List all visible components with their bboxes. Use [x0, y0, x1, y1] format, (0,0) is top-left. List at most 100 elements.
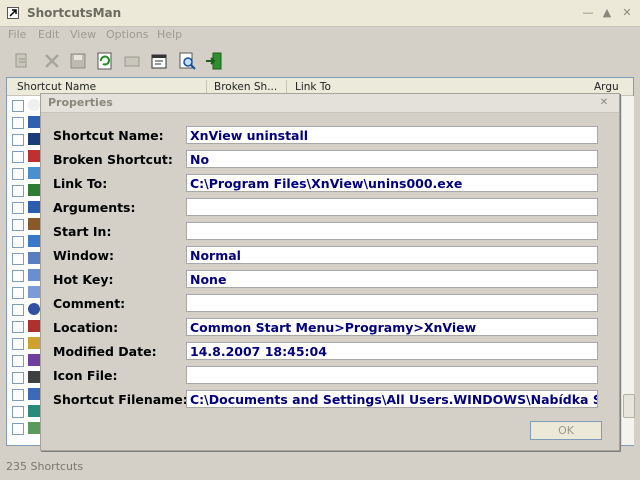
shortcut-icon — [28, 116, 40, 128]
toolbar — [0, 47, 640, 75]
label-location: Location: — [53, 320, 119, 335]
field-location[interactable]: Common Start Menu>Programy>XnView — [186, 318, 598, 336]
shortcut-icon — [28, 320, 40, 332]
row-checkbox[interactable] — [12, 219, 24, 231]
status-bar: 235 Shortcuts — [0, 456, 640, 480]
row-checkbox[interactable] — [12, 423, 24, 435]
title-bar: ShortcutsMan — ▲ ✕ — [0, 0, 640, 27]
fix-icon[interactable] — [122, 51, 142, 71]
row-checkbox[interactable] — [12, 236, 24, 248]
label-comment: Comment: — [53, 296, 126, 311]
row-checkbox[interactable] — [12, 185, 24, 197]
shortcut-icon — [28, 337, 40, 349]
label-hot-key: Hot Key: — [53, 272, 114, 287]
row-checkbox[interactable] — [12, 372, 24, 384]
label-window: Window: — [53, 248, 115, 263]
shortcut-icon — [28, 235, 40, 247]
label-broken-shortcut: Broken Shortcut: — [53, 152, 173, 167]
row-checkbox[interactable] — [12, 355, 24, 367]
menu-help[interactable]: Help — [157, 28, 182, 41]
search-icon[interactable] — [177, 51, 197, 71]
label-start-in: Start In: — [53, 224, 112, 239]
row-checkbox[interactable] — [12, 389, 24, 401]
col-separator[interactable] — [286, 80, 287, 93]
window-title: ShortcutsMan — [27, 6, 122, 20]
row-checkbox[interactable] — [12, 253, 24, 265]
label-modified-date: Modified Date: — [53, 344, 157, 359]
row-checkbox[interactable] — [12, 202, 24, 214]
row-checkbox[interactable] — [12, 321, 24, 333]
field-start-in[interactable] — [186, 222, 598, 240]
status-count: 235 Shortcuts — [6, 460, 84, 473]
row-checkbox[interactable] — [12, 117, 24, 129]
shortcut-icon — [28, 167, 40, 179]
refresh-icon[interactable] — [95, 51, 115, 71]
field-window[interactable]: Normal — [186, 246, 598, 264]
label-arguments: Arguments: — [53, 200, 136, 215]
row-checkbox[interactable] — [12, 338, 24, 350]
shortcut-icon — [28, 99, 40, 111]
app-icon — [7, 7, 19, 19]
row-checkbox[interactable] — [12, 151, 24, 163]
shortcut-icon — [28, 388, 40, 400]
close-button[interactable]: ✕ — [620, 6, 634, 20]
row-checkbox[interactable] — [12, 406, 24, 418]
dialog-close-button[interactable]: ✕ — [598, 97, 610, 109]
field-hot-key[interactable]: None — [186, 270, 598, 288]
field-icon-file[interactable] — [186, 366, 598, 384]
label-shortcut-name: Shortcut Name: — [53, 128, 164, 143]
label-icon-file: Icon File: — [53, 368, 118, 383]
exit-icon[interactable] — [204, 51, 224, 71]
col-link-to[interactable]: Link To — [295, 81, 595, 93]
shortcut-icon — [28, 303, 40, 315]
properties-icon[interactable] — [149, 51, 169, 71]
field-shortcut-name[interactable]: XnView uninstall — [186, 126, 598, 144]
shortcut-icon — [28, 371, 40, 383]
col-shortcut-name[interactable]: Shortcut Name — [17, 81, 197, 93]
shortcut-icon — [28, 422, 40, 434]
save-icon[interactable] — [68, 51, 88, 71]
properties-dialog: Properties ✕ Shortcut Name: XnView unins… — [40, 93, 620, 451]
vertical-scrollbar[interactable] — [621, 96, 635, 445]
row-checkbox[interactable] — [12, 134, 24, 146]
col-arguments[interactable]: Argu — [594, 81, 620, 93]
col-separator[interactable] — [206, 80, 207, 93]
menu-options[interactable]: Options — [106, 28, 148, 41]
minimize-button[interactable]: — — [581, 6, 595, 20]
dialog-title-bar: Properties ✕ — [41, 94, 619, 113]
shortcut-icon — [28, 405, 40, 417]
row-checkbox[interactable] — [12, 304, 24, 316]
label-shortcut-filename: Shortcut Filename: — [53, 392, 188, 407]
menu-file[interactable]: File — [8, 28, 26, 41]
dialog-title: Properties — [48, 96, 113, 109]
field-modified-date[interactable]: 14.8.2007 18:45:04 — [186, 342, 598, 360]
row-checkbox[interactable] — [12, 287, 24, 299]
field-arguments[interactable] — [186, 198, 598, 216]
menu-edit[interactable]: Edit — [38, 28, 59, 41]
ok-button[interactable]: OK — [530, 421, 602, 440]
field-shortcut-filename[interactable]: C:\Documents and Settings\All Users.WIND… — [186, 390, 598, 408]
row-checkbox[interactable] — [12, 270, 24, 282]
menu-view[interactable]: View — [70, 28, 96, 41]
scan-icon[interactable] — [13, 51, 33, 71]
delete-icon[interactable] — [42, 51, 62, 71]
shortcut-icon — [28, 184, 40, 196]
shortcut-icon — [28, 269, 40, 281]
shortcut-icon — [28, 252, 40, 264]
field-broken-shortcut[interactable]: No — [186, 150, 598, 168]
row-checkbox[interactable] — [12, 168, 24, 180]
scrollbar-thumb[interactable] — [623, 394, 635, 418]
row-checkbox[interactable] — [12, 100, 24, 112]
menu-bar: File Edit View Options Help — [0, 27, 640, 45]
shortcut-icon — [28, 218, 40, 230]
shortcut-icon — [28, 133, 40, 145]
shortcut-icon — [28, 354, 40, 366]
shortcut-icon — [28, 201, 40, 213]
label-link-to: Link To: — [53, 176, 108, 191]
col-broken-shortcut[interactable]: Broken Sh... — [214, 81, 282, 93]
field-comment[interactable] — [186, 294, 598, 312]
field-link-to[interactable]: C:\Program Files\XnView\unins000.exe — [186, 174, 598, 192]
maximize-button[interactable]: ▲ — [600, 6, 614, 20]
shortcut-icon — [28, 150, 40, 162]
shortcut-icon — [28, 286, 40, 298]
